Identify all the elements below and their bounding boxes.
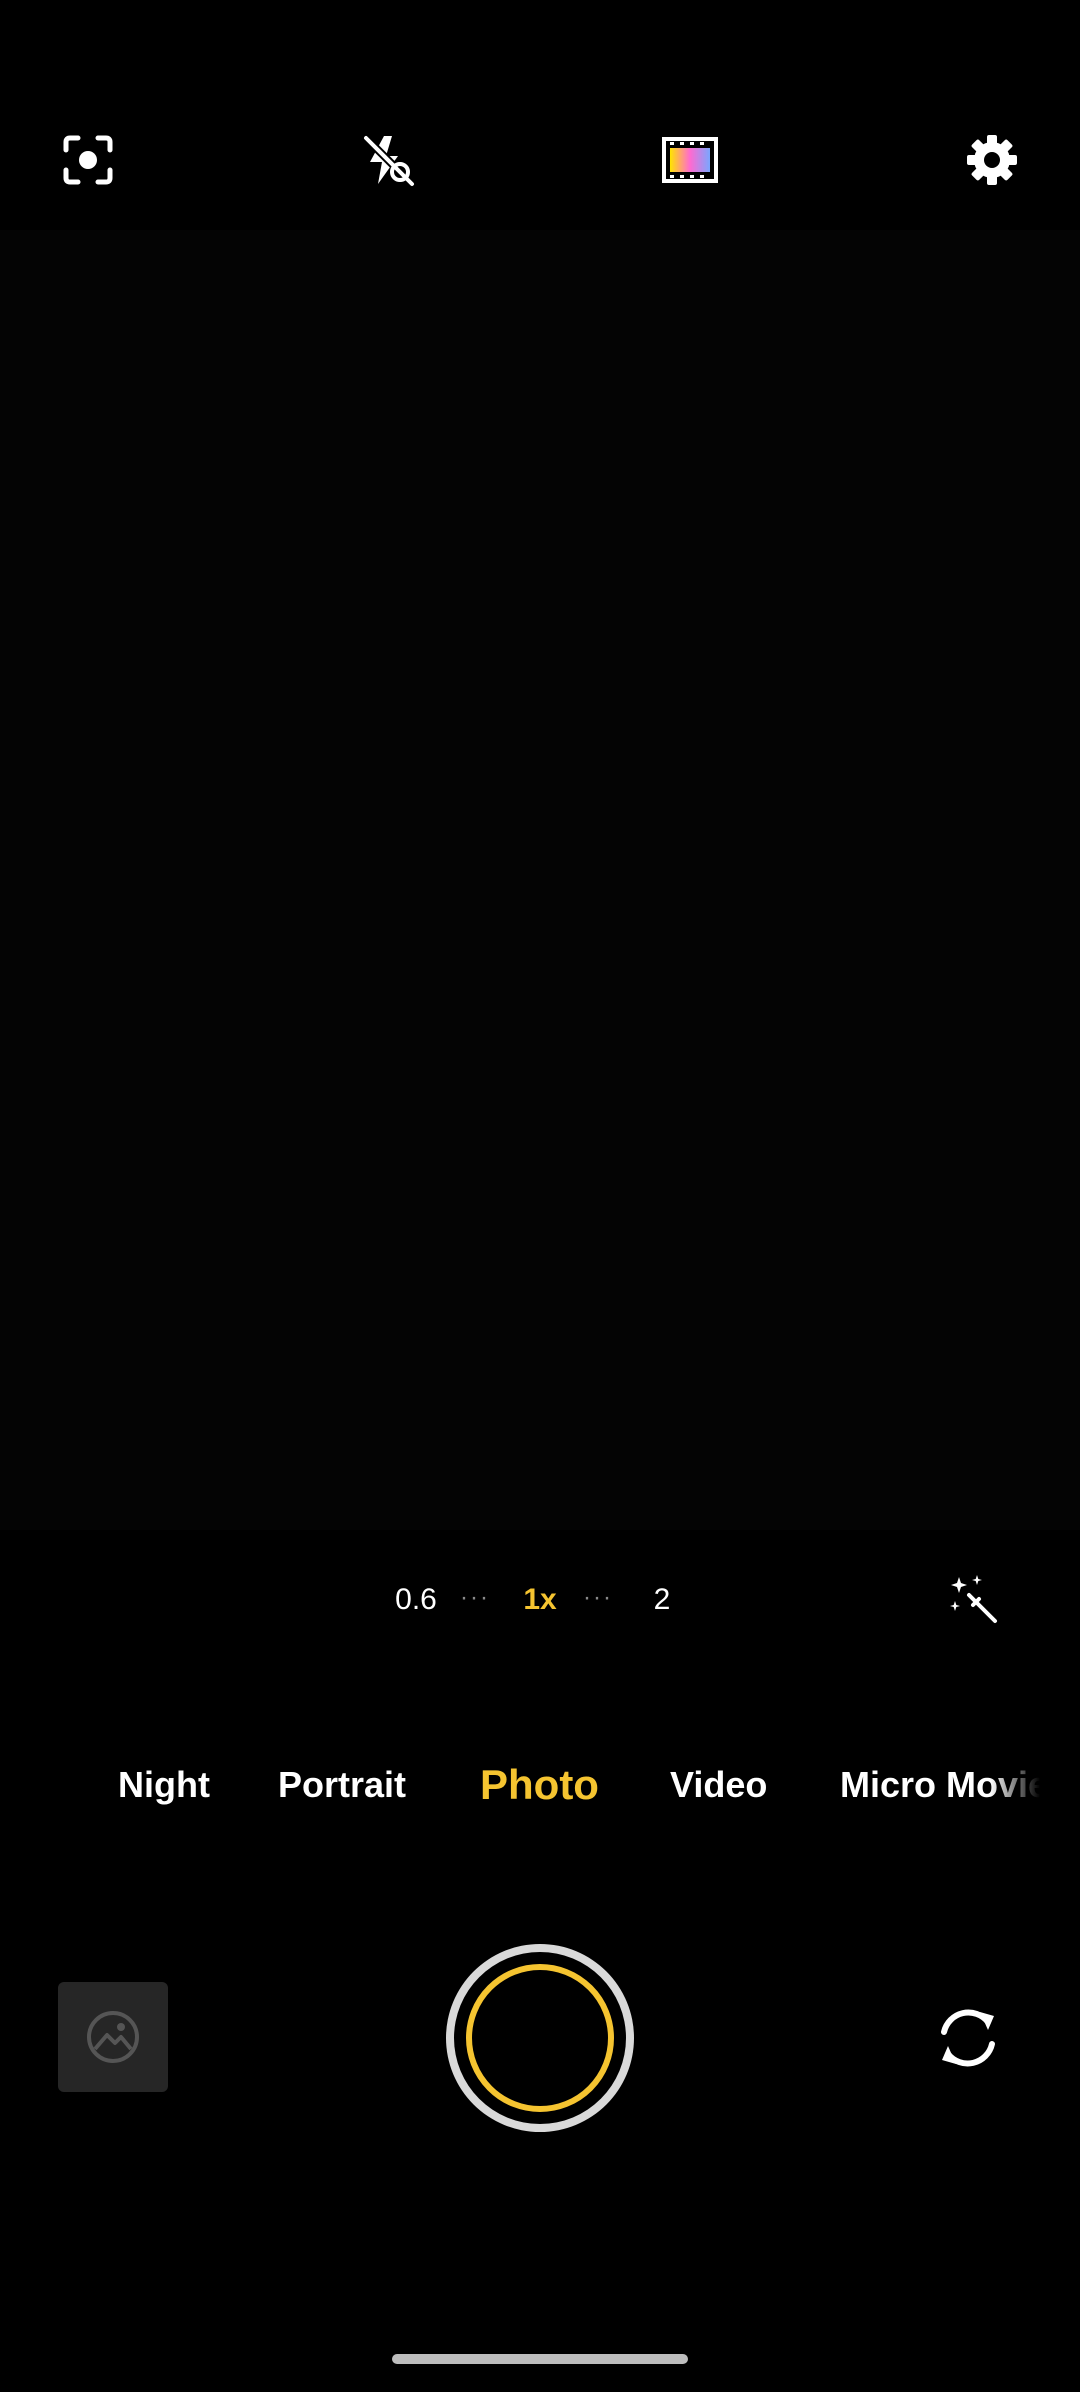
zoom-option-wide[interactable]: 0.6 [376,1570,456,1630]
switch-camera-icon [941,2009,995,2067]
gallery-placeholder-icon [87,2011,139,2063]
zoom-separator: ··· [583,1584,613,1611]
color-filter-icon [662,137,718,183]
camera-viewfinder[interactable] [0,230,1080,1530]
zoom-selector: 0.6 ··· 1x ··· 2 [0,1570,1080,1630]
switch-camera-button[interactable] [926,1996,1010,2080]
mode-portrait[interactable]: Portrait [278,1750,406,1820]
settings-button[interactable] [952,120,1032,200]
mode-video[interactable]: Video [670,1750,767,1820]
lens-scan-button[interactable] [48,120,128,200]
flash-off-icon [363,135,415,187]
lens-scan-icon [63,135,113,185]
magic-wand-icon [950,1575,997,1623]
shutter-button[interactable] [446,1944,634,2132]
zoom-option-selected[interactable]: 1x [500,1570,580,1630]
camera-mode-strip: Night Portrait Photo Video Micro Movie [0,1750,1080,1820]
home-indicator[interactable] [392,2354,688,2364]
settings-gear-icon [967,135,1017,185]
mode-night[interactable]: Night [118,1750,210,1820]
gallery-thumbnail-button[interactable] [58,1982,168,2092]
color-filter-button[interactable] [650,120,730,200]
mode-photo[interactable]: Photo [480,1750,599,1820]
flash-toggle-button[interactable] [348,120,428,200]
shutter-inner [454,1952,626,2124]
mode-micro-movie[interactable]: Micro Movie [840,1750,1040,1820]
ai-enhance-button[interactable] [940,1566,1010,1636]
zoom-option-tele[interactable]: 2 [622,1570,702,1630]
shutter-ring [466,1964,614,2112]
top-toolbar [0,120,1080,200]
zoom-separator: ··· [460,1584,490,1611]
